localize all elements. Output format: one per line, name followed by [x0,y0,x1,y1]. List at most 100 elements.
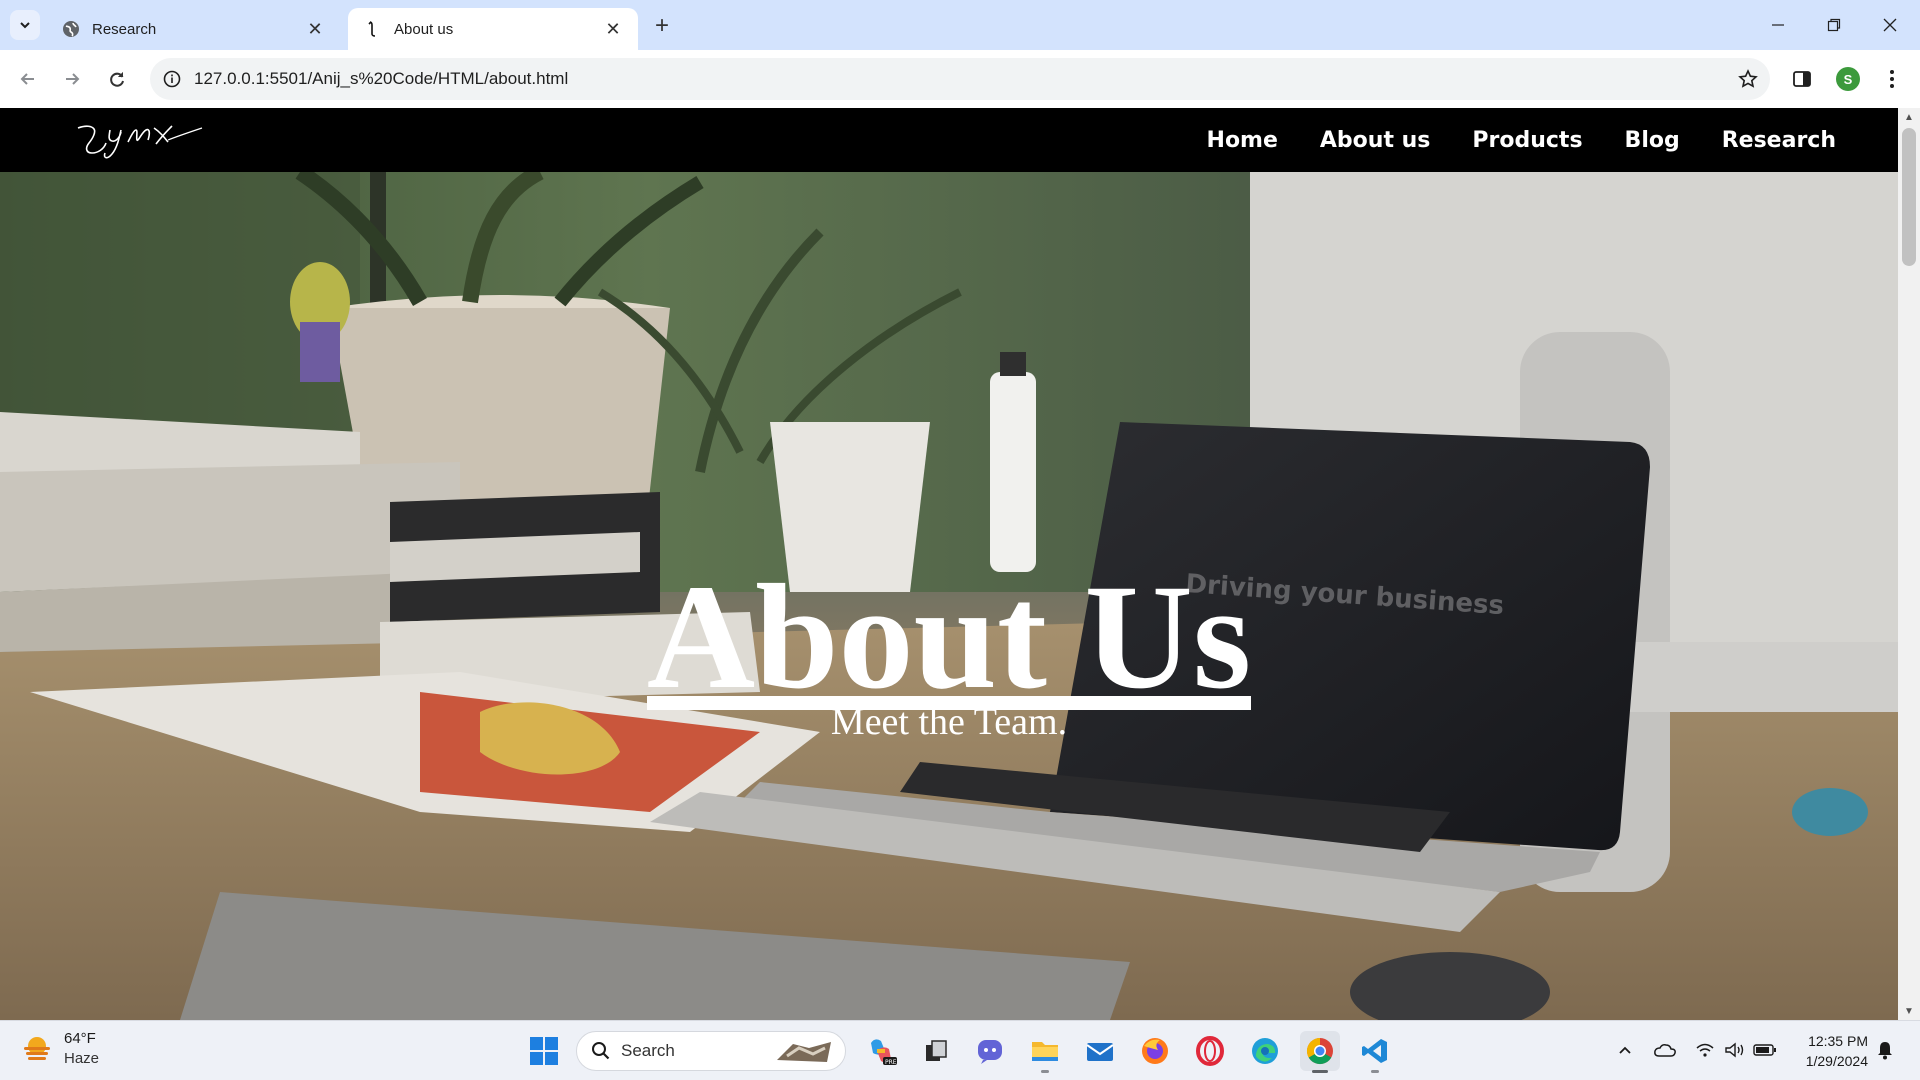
lynx-logo-icon [77,125,203,159]
chrome-icon [1306,1037,1333,1065]
windows-taskbar: 64°F Haze Search PRE 12:35 PM 1/29/2024 [0,1020,1920,1080]
clock-date: 1/29/2024 [1805,1053,1868,1069]
wifi-icon [1696,1043,1714,1057]
file-explorer-icon [1032,1042,1058,1061]
opera-icon [1196,1036,1224,1066]
kebab-menu-icon [1890,70,1894,88]
weather-condition: Haze [64,1050,100,1067]
weather-temperature: 64°F [64,1030,96,1047]
close-window-button[interactable] [1862,0,1918,50]
lynx-favicon-icon [364,20,382,38]
bookmark-star-icon[interactable] [1726,58,1770,100]
onedrive-cloud-icon [1654,1044,1676,1057]
edge-icon [1252,1038,1278,1064]
scroll-up-arrow-icon[interactable]: ▲ [1898,108,1920,126]
hero-subtitle: Meet the Team. [830,701,1068,743]
close-icon[interactable]: ✕ [304,18,326,40]
tab-title: About us [394,20,454,38]
bell-icon [1878,1042,1892,1060]
chrome-app[interactable] [1300,1031,1340,1073]
chevron-up-icon [1619,1046,1631,1054]
reload-button[interactable] [101,63,133,95]
side-panel-icon [1793,71,1811,87]
minimize-button[interactable] [1750,0,1806,50]
menu-button[interactable] [1876,63,1908,95]
search-label: Search [621,1041,675,1060]
tab-about-us[interactable]: About us ✕ [348,8,638,50]
arrow-left-icon [20,73,34,85]
battery-icon [1753,1044,1776,1056]
side-panel-button[interactable] [1786,63,1818,95]
firefox-app[interactable] [1135,1031,1175,1071]
hero-section: Driving your business About Us Meet the … [0,172,1898,1020]
globe-icon [62,20,80,38]
battery-tray[interactable] [1750,1035,1780,1065]
restore-button[interactable] [1806,0,1862,50]
browser-tab-strip: Research ✕ About us ✕ + [0,0,1920,50]
nav-link-products[interactable]: Products [1472,128,1582,153]
taskbar-search[interactable]: Search [576,1031,846,1071]
volume-tray[interactable] [1720,1035,1750,1065]
chevron-down-icon [20,22,30,29]
hero-title: About Us [0,562,1898,712]
arrow-right-icon [66,73,80,85]
opera-app[interactable] [1190,1031,1230,1071]
show-hidden-icons-button[interactable] [1610,1035,1640,1065]
site-info-icon[interactable] [150,58,194,100]
forward-button[interactable] [56,63,88,95]
page-viewport: Home About us Products Blog Research Dri… [0,108,1920,1020]
svg-text:PRE: PRE [885,1059,897,1066]
page-scrollbar[interactable]: ▲ ▼ [1898,108,1920,1020]
teams-icon [978,1040,1002,1064]
url-text[interactable]: 127.0.0.1:5501/Anij_s%20Code/HTML/about.… [194,69,1726,89]
tab-research[interactable]: Research ✕ [46,8,340,50]
tab-search-button[interactable] [10,10,40,40]
task-view-app[interactable] [916,1031,956,1071]
site-navbar: Home About us Products Blog Research [0,108,1898,172]
back-button[interactable] [12,63,44,95]
clock-time: 12:35 PM [1808,1033,1868,1049]
haze-sun-icon [24,1037,50,1060]
nav-link-research[interactable]: Research [1722,128,1836,153]
reload-icon [110,72,124,87]
avatar: S [1836,67,1860,91]
teams-app[interactable] [970,1031,1010,1071]
browser-toolbar: 127.0.0.1:5501/Anij_s%20Code/HTML/about.… [0,50,1920,108]
windows-logo-icon [530,1037,558,1065]
vscode-icon [1362,1039,1387,1063]
profile-button[interactable]: S [1832,63,1864,95]
address-bar[interactable]: 127.0.0.1:5501/Anij_s%20Code/HTML/about.… [150,58,1770,100]
file-explorer-app[interactable] [1025,1031,1065,1073]
task-view-icon [926,1040,947,1061]
scroll-down-arrow-icon[interactable]: ▼ [1898,1002,1920,1020]
restore-icon [1827,18,1841,32]
close-icon[interactable]: ✕ [602,18,624,40]
nav-link-home[interactable]: Home [1207,128,1278,153]
scrollbar-thumb[interactable] [1902,128,1916,266]
firefox-icon [1142,1038,1168,1064]
tab-title: Research [92,20,157,38]
site-nav-links: Home About us Products Blog Research [1165,108,1836,172]
start-button[interactable] [524,1031,564,1071]
nav-link-blog[interactable]: Blog [1625,128,1680,153]
network-tray[interactable] [1690,1035,1720,1065]
site-logo[interactable] [76,116,210,166]
hero-title-text: About Us [646,554,1252,720]
notifications-button[interactable] [1870,1035,1900,1065]
search-icon [592,1042,610,1060]
onedrive-tray[interactable] [1650,1035,1680,1065]
new-tab-button[interactable]: + [648,12,676,40]
copilot-app[interactable]: PRE [861,1031,901,1071]
weather-widget[interactable]: 64°F Haze [20,1029,99,1069]
speaker-icon [1725,1042,1744,1058]
search-highlight-icon [777,1042,831,1062]
close-icon [1883,18,1897,32]
taskbar-clock[interactable]: 12:35 PM 1/29/2024 [1794,1031,1868,1071]
edge-app[interactable] [1245,1031,1285,1071]
mail-icon [1086,1043,1114,1061]
copilot-icon: PRE [871,1039,897,1066]
mail-app[interactable] [1080,1031,1120,1071]
nav-link-about-us[interactable]: About us [1320,128,1430,153]
vscode-app[interactable] [1355,1031,1395,1073]
minimize-icon [1772,24,1784,26]
